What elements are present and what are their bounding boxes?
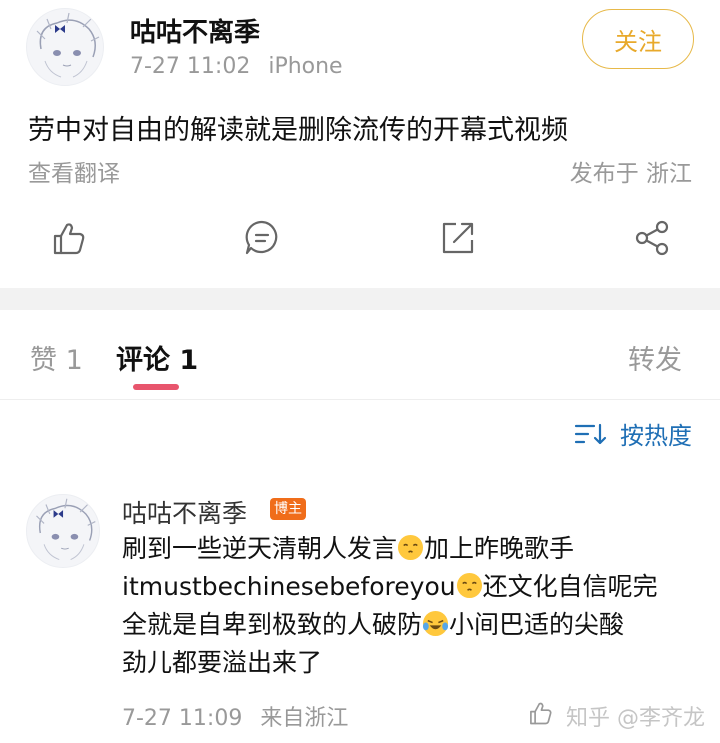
comment-text-segment: 还文化自信呢完 [482,572,658,601]
laugh-cry-emoji-icon [422,610,449,637]
comment-text-segment: 全就是自卑到极致的人破防 [122,610,423,639]
share-button[interactable] [632,218,672,258]
watermark: 知乎 @李齐龙 [566,706,705,731]
tab-likes[interactable]: 赞 1 [30,338,83,377]
comment-text-segment: itmustbechinesebeforeyou [122,572,456,601]
sort-toggle[interactable]: 按热度 [574,416,692,451]
avatar[interactable] [26,8,104,86]
sort-icon [574,423,607,444]
tab-comments[interactable]: 评论 1 [116,338,198,377]
post-meta: 7-27 11:02 iPhone [130,54,343,79]
comment-line: 劲儿都要溢出来了 [122,648,323,677]
post-content: 劳中对自由的解读就是删除流传的开幕式视频 [28,115,568,146]
thumbs-up-icon [53,223,85,255]
post-time: 7-27 11:02 [130,54,251,79]
post-author[interactable]: 咕咕不离季 [130,12,260,49]
tab-reposts[interactable]: 转发 [628,338,682,377]
comment-line: itmustbechinesebeforeyou 还文化自信呢完 [122,568,688,606]
author-badge: 博主 [270,498,306,520]
comment-avatar[interactable] [26,494,100,568]
thumbs-up-icon [530,702,552,725]
section-divider [0,288,720,310]
comment-time: 7-27 11:09 [122,706,243,731]
active-tab-indicator [133,384,179,390]
comment-button[interactable] [242,218,282,258]
comment-text-segment: 小间巴适的尖酸 [449,610,625,639]
post-card: 咕咕不离季 7-27 11:02 iPhone 关注 劳中对自由的解读就是删除流传… [0,0,720,288]
follow-button[interactable]: 关注 [582,9,694,69]
post-device: iPhone [268,54,343,79]
post-location: 发布于 浙江 [569,161,692,187]
share-icon [635,220,669,256]
comment-like-button[interactable] [526,698,554,728]
comment-text-segment: 加上昨晚歌手 [424,534,575,563]
comment-text: 刷到一些逆天清朝人发言 加上昨晚歌手 itmustbechinesebeforey… [122,530,688,682]
translate-link[interactable]: 查看翻译 [28,154,120,188]
smile-emoji-icon [397,534,424,561]
comment-line: 刷到一些逆天清朝人发言 加上昨晚歌手 [122,530,688,568]
smile-emoji-icon [456,572,482,599]
like-button[interactable] [48,218,88,258]
comment-bubble-icon [245,220,278,255]
tab-bar: 赞 1 评论 1 转发 [0,310,720,400]
comment-author[interactable]: 咕咕不离季 [122,494,247,530]
repost-button[interactable] [438,218,478,258]
comment-source: 来自浙江 [260,706,349,731]
repost-icon [442,222,474,254]
sort-label: 按热度 [620,422,692,450]
comment-text-segment: 刷到一些逆天清朝人发言 [122,534,398,563]
comment-meta: 7-27 11:09 来自浙江 [122,700,348,732]
comment-line: 全就是自卑到极致的人破防 小间巴适的尖酸 [122,606,688,644]
